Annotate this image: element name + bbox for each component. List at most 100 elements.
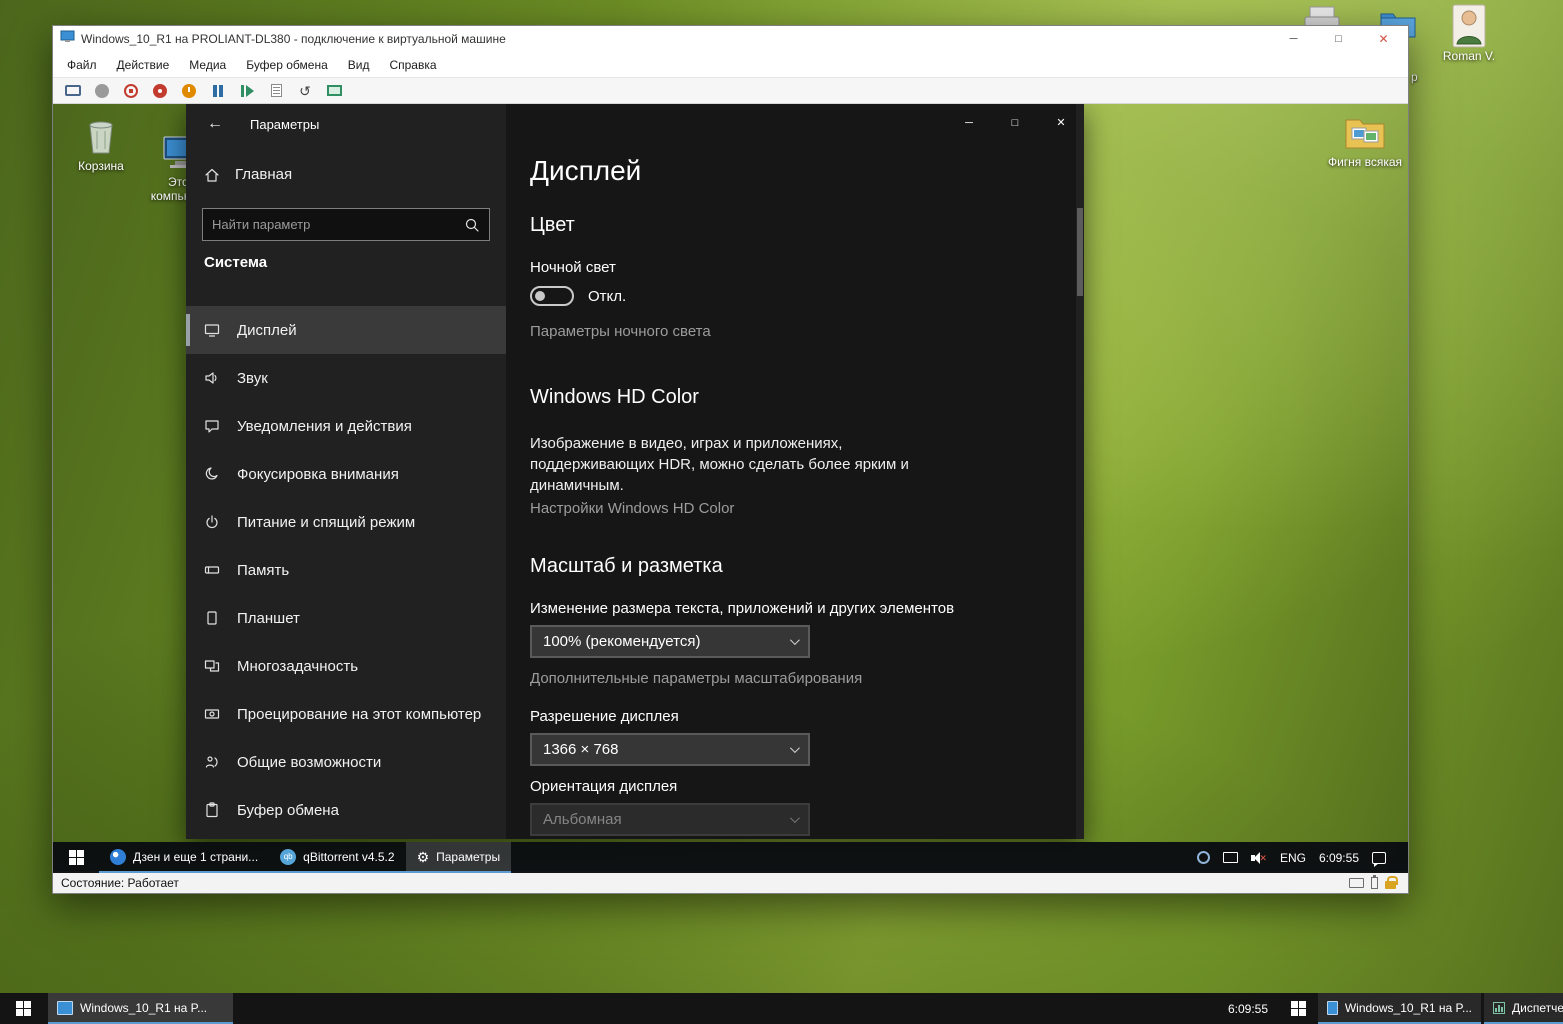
recycle-bin-shortcut[interactable]: Корзина: [59, 116, 143, 173]
scale-section-heading: Масштаб и разметка: [530, 555, 1084, 578]
sidebar-item-projecting[interactable]: Проецирование на этот компьютер: [186, 690, 506, 738]
search-icon[interactable]: [464, 217, 480, 233]
windows-logo-icon: [1291, 1001, 1306, 1016]
action-center-icon[interactable]: [1372, 852, 1386, 864]
sidebar-item-home[interactable]: Главная: [204, 166, 292, 183]
sidebar-item-label: Планшет: [237, 610, 300, 627]
advanced-scaling-link[interactable]: Дополнительные параметры масштабирования: [530, 670, 862, 687]
settings-content: ─ □ ✕ Дисплей Цвет Ночной свет Откл. Пар…: [506, 104, 1084, 839]
orientation-dropdown[interactable]: Альбомная: [530, 803, 810, 836]
start-vm-icon[interactable]: [93, 82, 111, 100]
settings-sidebar: ← Параметры Главная Система Дисплей: [186, 104, 506, 839]
menu-file[interactable]: Файл: [57, 54, 107, 76]
enhanced-session-icon[interactable]: [325, 82, 343, 100]
settings-minimize-button[interactable]: ─: [946, 104, 992, 141]
taskbar-item-settings[interactable]: ⚙ Параметры: [406, 842, 512, 873]
display-icon: [204, 322, 220, 338]
pause-icon[interactable]: [209, 82, 227, 100]
turn-off-icon[interactable]: [122, 82, 140, 100]
tray-display-icon[interactable]: [1223, 852, 1238, 863]
sidebar-item-focus-assist[interactable]: Фокусировка внимания: [186, 450, 506, 498]
back-button[interactable]: ←: [198, 111, 232, 137]
settings-app-title: Параметры: [250, 117, 319, 132]
sidebar-item-label: Проецирование на этот компьютер: [237, 706, 481, 723]
sidebar-item-clipboard[interactable]: Буфер обмена: [186, 786, 506, 834]
settings-maximize-button[interactable]: □: [992, 104, 1038, 141]
night-light-toggle[interactable]: [530, 286, 574, 306]
settings-nav: Дисплей Звук Уведомления и действия Фоку…: [186, 306, 506, 834]
host-start-button-secondary[interactable]: [1283, 993, 1313, 1024]
night-light-settings-link[interactable]: Параметры ночного света: [530, 323, 711, 340]
menu-help[interactable]: Справка: [379, 54, 446, 76]
keyboard-status-icon: [1349, 878, 1364, 888]
menu-media[interactable]: Медиа: [179, 54, 236, 76]
vm-connection-window: Windows_10_R1 на PROLIANT-DL380 - подклю…: [52, 25, 1409, 894]
sidebar-item-display[interactable]: Дисплей: [186, 306, 506, 354]
language-indicator[interactable]: ENG: [1280, 851, 1306, 865]
host-clock[interactable]: 6:09:55: [1222, 993, 1274, 1024]
gear-icon: ⚙: [417, 850, 430, 864]
vm-maximize-button[interactable]: □: [1316, 26, 1361, 52]
vm-window-title: Windows_10_R1 на PROLIANT-DL380 - подклю…: [81, 32, 506, 46]
windows-logo-icon: [69, 850, 84, 865]
lock-status-icon: [1385, 876, 1396, 890]
taskbar-item-qbittorrent[interactable]: qb qBittorrent v4.5.2: [269, 842, 405, 873]
vm-window-titlebar[interactable]: Windows_10_R1 на PROLIANT-DL380 - подклю…: [53, 26, 1408, 52]
host-taskbar-item-task-manager[interactable]: Диспетчер: [1484, 993, 1563, 1024]
revert-icon[interactable]: ↺: [296, 82, 314, 100]
multitasking-icon: [204, 658, 220, 674]
sidebar-item-notifications[interactable]: Уведомления и действия: [186, 402, 506, 450]
vm-clock[interactable]: 6:09:55: [1319, 851, 1359, 865]
dzen-browser-icon: [110, 849, 126, 865]
sidebar-item-label: Буфер обмена: [237, 802, 339, 819]
host-start-button[interactable]: [0, 993, 46, 1024]
projecting-icon: [204, 706, 220, 722]
settings-search-box[interactable]: [202, 208, 490, 241]
sidebar-item-shared-experiences[interactable]: Общие возможности: [186, 738, 506, 786]
sidebar-item-tablet[interactable]: Планшет: [186, 594, 506, 642]
scrollbar-thumb[interactable]: [1077, 208, 1083, 296]
save-state-icon[interactable]: [180, 82, 198, 100]
muted-x-glyph: ✕: [1259, 854, 1267, 863]
resolution-dropdown[interactable]: 1366 × 768: [530, 733, 810, 766]
sidebar-item-sound[interactable]: Звук: [186, 354, 506, 402]
taskbar-item-label: Windows_10_R1 на P...: [80, 1001, 207, 1015]
sidebar-section-title: Система: [204, 254, 267, 271]
vm-close-button[interactable]: ✕: [1361, 26, 1406, 52]
tray-app-icon[interactable]: [1197, 851, 1210, 864]
ctrl-alt-del-icon[interactable]: [64, 82, 82, 100]
shutdown-icon[interactable]: [151, 82, 169, 100]
sidebar-item-power-sleep[interactable]: Питание и спящий режим: [186, 498, 506, 546]
volume-muted-icon[interactable]: ✕: [1251, 852, 1267, 864]
sidebar-item-label: Дисплей: [237, 322, 297, 339]
settings-window: ← Параметры Главная Система Дисплей: [186, 104, 1084, 839]
misc-folder-shortcut[interactable]: Фигня всякая: [1323, 112, 1407, 169]
sound-icon: [204, 370, 220, 386]
sidebar-item-storage[interactable]: Память: [186, 546, 506, 594]
scaling-value: 100% (рекомендуется): [543, 633, 700, 650]
taskbar-item-browser[interactable]: Дзен и еще 1 страни...: [99, 842, 269, 873]
vm-start-button[interactable]: [53, 842, 99, 873]
vm-status-bar: Состояние: Работает: [53, 871, 1408, 893]
menu-action[interactable]: Действие: [107, 54, 180, 76]
host-taskbar-item-vm-2[interactable]: Windows_10_R1 на P...: [1318, 993, 1481, 1024]
host-taskbar: Windows_10_R1 на P... 6:09:55 Windows_10…: [0, 993, 1563, 1024]
user-avatar-icon: [1446, 6, 1492, 46]
chevron-down-icon: [790, 813, 800, 823]
search-input[interactable]: [212, 217, 442, 232]
sidebar-item-multitasking[interactable]: Многозадачность: [186, 642, 506, 690]
night-light-state: Откл.: [588, 288, 626, 305]
host-taskbar-item-vm[interactable]: Windows_10_R1 на P...: [48, 993, 233, 1024]
hdr-settings-link[interactable]: Настройки Windows HD Color: [530, 500, 734, 517]
user-shortcut[interactable]: Roman V.: [1441, 6, 1497, 63]
settings-close-button[interactable]: ✕: [1038, 104, 1084, 141]
sidebar-item-label: Память: [237, 562, 289, 579]
focus-assist-icon: [204, 466, 220, 482]
home-icon: [204, 167, 220, 183]
scaling-dropdown[interactable]: 100% (рекомендуется): [530, 625, 810, 658]
vm-minimize-button[interactable]: ─: [1271, 26, 1316, 52]
checkpoint-icon[interactable]: [267, 82, 285, 100]
resume-icon[interactable]: [238, 82, 256, 100]
menu-view[interactable]: Вид: [338, 54, 380, 76]
menu-clipboard[interactable]: Буфер обмена: [236, 54, 338, 76]
